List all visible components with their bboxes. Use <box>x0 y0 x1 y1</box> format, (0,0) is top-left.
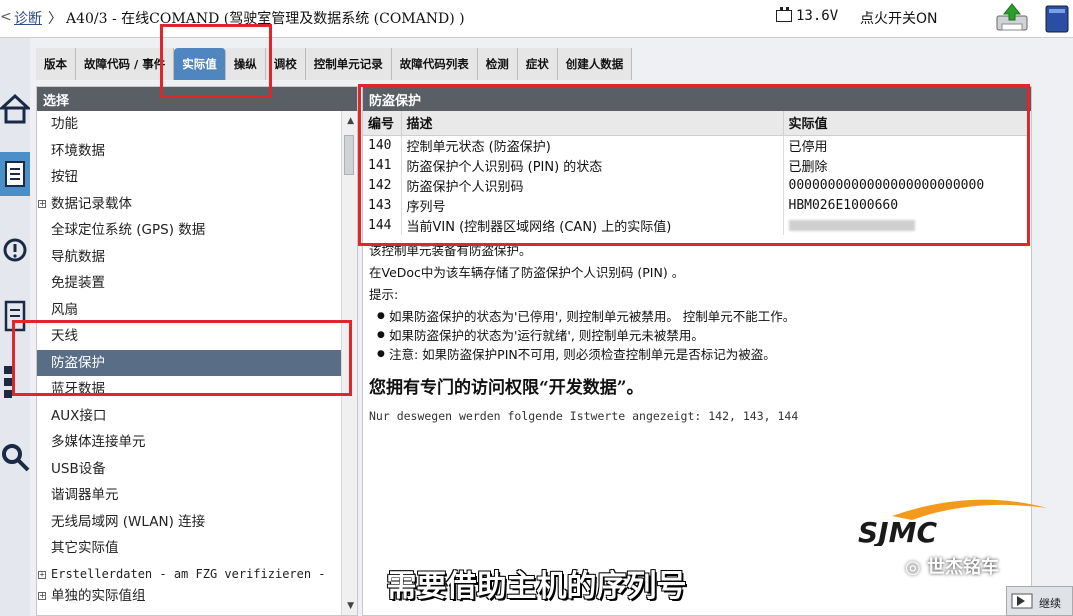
list-item[interactable]: 全球定位系统 (GPS) 数据 <box>37 217 341 244</box>
row-value: HBM026E1000660 <box>783 195 1029 215</box>
tab-adjust[interactable]: 调校 <box>265 48 306 80</box>
scroll-thumb[interactable] <box>344 135 354 175</box>
warning-icon[interactable] <box>0 228 30 272</box>
german-note: Nur deswegen werden folgende Istwerte an… <box>369 409 799 423</box>
tab-creator-data[interactable]: 创建人数据 <box>557 48 633 80</box>
video-subtitle: 需要借助主机的序列号 <box>386 569 687 604</box>
column-header-id: 编号 <box>363 111 402 136</box>
row-id: 144 <box>363 215 402 235</box>
list-item[interactable]: 多媒体连接单元 <box>37 429 341 456</box>
list-item-selected[interactable]: 防盗保护 <box>37 349 341 376</box>
row-value: 已停用 <box>783 135 1029 155</box>
list-item[interactable]: 导航数据 <box>37 244 341 271</box>
title-bar: < 诊断 〉 A40/3 - 在线COMAND (驾驶室管理及数据系统 (COM… <box>0 0 1073 38</box>
report-icon[interactable] <box>0 294 30 338</box>
logo-text: SJMC <box>858 516 937 546</box>
table-row[interactable]: 144 当前VIN (控制器区域网络 (CAN) 上的实际值) <box>363 215 1029 235</box>
battery-icon <box>776 7 792 22</box>
expand-plus-icon[interactable]: + <box>38 199 46 208</box>
row-value: 0000000000000000000000000 <box>783 175 1029 195</box>
row-id: 142 <box>363 175 402 195</box>
column-header-description: 描述 <box>401 111 784 136</box>
list-item[interactable]: 功能 <box>37 111 341 138</box>
row-description: 防盗保护个人识别码 <box>401 175 784 195</box>
selection-panel: 选择 功能 环境数据 按钮 + 数据记录载体 全球定位系统 (GPS) 数据 导航… <box>36 86 358 616</box>
list-item[interactable]: 谐调器单元 <box>37 482 341 509</box>
breadcrumb-separator: 〉 <box>48 11 62 27</box>
list-item[interactable]: 无线局域网 (WLAN) 连接 <box>37 509 341 536</box>
tab-symptoms[interactable]: 症状 <box>517 48 558 80</box>
home-icon[interactable] <box>0 86 30 130</box>
printer-upload-icon[interactable] <box>994 2 1030 34</box>
battery-voltage: 13.6V <box>796 8 839 24</box>
row-id: 140 <box>363 135 402 155</box>
tab-test[interactable]: 检测 <box>477 48 518 80</box>
sjmc-logo: SJMC <box>858 499 1047 546</box>
list-item[interactable]: 蓝牙数据 <box>37 376 341 403</box>
hint-label: 提示: <box>369 287 399 302</box>
scroll-up-arrow-icon[interactable]: ▲ <box>347 116 354 126</box>
manual-book-icon[interactable] <box>1042 2 1072 34</box>
list-item[interactable]: USB设备 <box>37 456 341 483</box>
tab-fault-codes-events[interactable]: 故障代码 / 事件 <box>76 48 175 80</box>
redacted-vin <box>788 219 915 231</box>
row-description: 防盗保护个人识别码 (PIN) 的状态 <box>401 155 784 175</box>
list-item[interactable]: 免提装置 <box>37 270 341 297</box>
page-title: A40/3 - 在线COMAND (驾驶室管理及数据系统 (COMAND) ) <box>66 11 465 27</box>
document-list-icon[interactable] <box>0 152 30 196</box>
tab-control[interactable]: 操纵 <box>225 48 266 80</box>
actual-values-table: 编号 描述 实际值 140 控制单元状态 (防盗保护) 已停用 141 防盗保护… <box>363 111 1029 235</box>
row-description: 控制单元状态 (防盗保护) <box>401 135 784 155</box>
ignition-status: 点火开关ON <box>860 11 938 27</box>
table-row[interactable]: 143 序列号 HBM026E1000660 <box>363 195 1029 215</box>
list-item[interactable]: 环境数据 <box>37 138 341 165</box>
row-id: 143 <box>363 195 402 215</box>
detail-panel-title: 防盗保护 <box>363 87 1031 111</box>
list-item[interactable]: 按钮 <box>37 164 341 191</box>
row-value-redacted <box>783 215 1029 235</box>
info-text: 该控制单元装备有防盗保护。 在VeDoc中为该车辆存储了防盗保护个人识别码 (P… <box>363 235 1031 432</box>
list-item[interactable]: 其它实际值 <box>37 535 341 562</box>
list-item[interactable]: AUX接口 <box>37 403 341 430</box>
hint-item: 如果防盗保护的状态为'已停用', 则控制单元被禁用。 控制单元不能工作。 <box>377 307 1025 326</box>
list-item-expandable[interactable]: + 数据记录载体 <box>37 191 341 218</box>
hint-item: 如果防盗保护的状态为'运行就绪', 则控制单元未被禁用。 <box>377 326 1025 345</box>
row-description: 当前VIN (控制器区域网络 (CAN) 上的实际值) <box>401 215 784 235</box>
tab-fault-code-list[interactable]: 故障代码列表 <box>391 48 478 80</box>
row-value: 已删除 <box>783 155 1029 175</box>
list-scrollbar[interactable] <box>341 111 357 615</box>
selection-list: 功能 环境数据 按钮 + 数据记录载体 全球定位系统 (GPS) 数据 导航数据 … <box>37 111 341 609</box>
access-notice: 您拥有专门的访问权限“开发数据”。 <box>369 378 644 398</box>
info-line: 在VeDoc中为该车辆存储了防盗保护个人识别码 (PIN) 。 <box>369 265 685 280</box>
breadcrumb-diagnosis[interactable]: 诊断 <box>14 8 42 28</box>
list-item[interactable]: 天线 <box>37 323 341 350</box>
tab-strip: 版本 故障代码 / 事件 实际值 操纵 调校 控制单元记录 故障代码列表 检测 … <box>36 48 633 80</box>
table-row[interactable]: 142 防盗保护个人识别码 0000000000000000000000000 <box>363 175 1029 195</box>
list-item[interactable]: 风扇 <box>37 297 341 324</box>
info-line: 该控制单元装备有防盗保护。 <box>369 243 532 258</box>
hint-list: 如果防盗保护的状态为'已停用', 则控制单元被禁用。 控制单元不能工作。 如果防… <box>377 307 1025 364</box>
row-description: 序列号 <box>401 195 784 215</box>
table-row[interactable]: 141 防盗保护个人识别码 (PIN) 的状态 已删除 <box>363 155 1029 175</box>
row-id: 141 <box>363 155 402 175</box>
tab-version[interactable]: 版本 <box>36 48 76 80</box>
tab-actual-values[interactable]: 实际值 <box>174 48 226 80</box>
selection-panel-title: 选择 <box>37 87 357 111</box>
tab-control-unit-log[interactable]: 控制单元记录 <box>305 48 392 80</box>
tools-gear-icon[interactable] <box>0 432 30 476</box>
hint-item: 注意: 如果防盗保护PIN不可用, 则必须检查控制单元是否标记为被盗。 <box>377 345 1025 364</box>
list-item-label: 数据记录载体 <box>51 195 132 212</box>
grid-module-icon[interactable] <box>0 358 30 402</box>
left-toolbar <box>0 38 30 616</box>
back-chevron-icon[interactable]: < <box>0 9 12 25</box>
table-row[interactable]: 140 控制单元状态 (防盗保护) 已停用 <box>363 135 1029 155</box>
column-header-actual-value: 实际值 <box>783 111 1029 136</box>
